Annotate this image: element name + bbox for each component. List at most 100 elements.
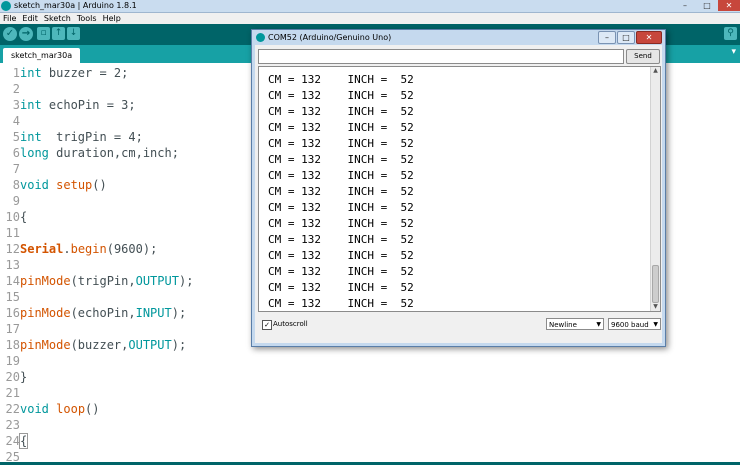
line-number: 10 (5, 210, 20, 224)
chevron-down-icon: ▼ (596, 321, 601, 328)
open-sketch-button[interactable]: ↑ (52, 27, 65, 40)
code-text: int echoPin = 3; (20, 98, 136, 112)
code-text: { (20, 210, 28, 224)
line-number: 6 (12, 146, 20, 160)
window-title: sketch_mar30a | Arduino 1.8.1 (14, 1, 137, 10)
code-line: 8void setup() (0, 177, 107, 193)
window-controls: – □ ✕ (674, 0, 740, 11)
line-number: 5 (12, 130, 20, 144)
baud-rate-select[interactable]: 9600 baud ▼ (608, 318, 661, 330)
line-number: 22 (5, 402, 20, 416)
line-number: 1 (12, 66, 20, 80)
serial-line: CM = 132 INCH = 52 (268, 265, 414, 278)
autoscroll-checkbox[interactable]: ✓ (262, 320, 272, 330)
code-line: 21 (0, 385, 20, 401)
code-line: 10{ (0, 209, 28, 225)
serial-output[interactable]: CM = 132 INCH = 52 CM = 132 INCH = 52 CM… (258, 66, 661, 312)
code-line: 2 (0, 81, 20, 97)
code-text: pinMode(trigPin,OUTPUT); (20, 274, 194, 288)
code-text: pinMode(buzzer,OUTPUT); (20, 338, 187, 352)
serial-line: CM = 132 INCH = 52 (268, 281, 414, 294)
tab-sketch[interactable]: sketch_mar30a (3, 48, 81, 63)
close-button[interactable]: ✕ (718, 0, 740, 11)
line-number: 16 (5, 306, 20, 320)
code-text: int trigPin = 4; (20, 130, 143, 144)
serial-line: CM = 132 INCH = 52 (268, 73, 414, 86)
serial-line: CM = 132 INCH = 52 (268, 105, 414, 118)
send-button[interactable]: Send (626, 49, 660, 64)
line-number: 9 (12, 194, 20, 208)
scroll-down-icon[interactable]: ▼ (651, 303, 660, 311)
serial-line: CM = 132 INCH = 52 (268, 89, 414, 102)
serial-body: Send CM = 132 INCH = 52 CM = 132 INCH = … (255, 45, 662, 343)
arduino-logo-icon (256, 33, 265, 42)
line-number: 20 (5, 370, 20, 384)
line-number: 19 (5, 354, 20, 368)
code-line: 4 (0, 113, 20, 129)
code-line: 15 (0, 289, 20, 305)
scroll-up-icon[interactable]: ▲ (651, 67, 660, 75)
serial-line: CM = 132 INCH = 52 (268, 249, 414, 262)
menu-tools[interactable]: Tools (74, 13, 100, 24)
code-text: pinMode(echoPin,INPUT); (20, 306, 187, 320)
code-line: 9 (0, 193, 20, 209)
serial-close-button[interactable]: ✕ (636, 31, 662, 44)
line-number: 18 (5, 338, 20, 352)
serial-line: CM = 132 INCH = 52 (268, 153, 414, 166)
menu-bar: File Edit Sketch Tools Help (0, 13, 740, 24)
line-number: 3 (12, 98, 20, 112)
line-number: 21 (5, 386, 20, 400)
serial-send-input[interactable] (258, 49, 624, 64)
code-line: 19 (0, 353, 20, 369)
code-text: long duration,cm,inch; (20, 146, 179, 160)
code-line: 20} (0, 369, 28, 385)
line-number: 13 (5, 258, 20, 272)
menu-help[interactable]: Help (100, 13, 124, 24)
line-number: 7 (12, 162, 20, 176)
code-line: 1int buzzer = 2; (0, 65, 129, 81)
menu-file[interactable]: File (0, 13, 19, 24)
autoscroll-label: Autoscroll (273, 320, 308, 328)
code-line: 22void loop() (0, 401, 100, 417)
menu-sketch[interactable]: Sketch (41, 13, 74, 24)
serial-line: CM = 132 INCH = 52 (268, 297, 414, 310)
code-text: Serial.begin(9600); (20, 242, 158, 256)
line-number: 17 (5, 322, 20, 336)
code-text: } (20, 370, 28, 384)
new-sketch-button[interactable]: ▫ (37, 27, 50, 40)
code-text: void loop() (20, 402, 100, 416)
verify-button[interactable]: ✓ (3, 27, 17, 41)
scrollbar-thumb[interactable] (652, 265, 659, 303)
line-number: 2 (12, 82, 20, 96)
menu-edit[interactable]: Edit (19, 13, 41, 24)
minimize-button[interactable]: – (674, 0, 696, 11)
serial-footer: ✓ Autoscroll Newline ▼ 9600 baud ▼ (258, 317, 661, 331)
code-line: 7 (0, 161, 20, 177)
code-line: 24{ (0, 433, 29, 449)
serial-monitor-button[interactable]: ⚲ (724, 27, 737, 40)
line-ending-select[interactable]: Newline ▼ (546, 318, 604, 330)
code-line: 12Serial.begin(9600); (0, 241, 158, 257)
line-number: 14 (5, 274, 20, 288)
line-ending-value: Newline (549, 321, 577, 329)
serial-window-controls: – □ ✕ (598, 31, 662, 44)
code-line: 6long duration,cm,inch; (0, 145, 179, 161)
serial-titlebar[interactable]: COM52 (Arduino/Genuino Uno) – □ ✕ (252, 30, 665, 45)
serial-line: CM = 132 INCH = 52 (268, 233, 414, 246)
line-number: 15 (5, 290, 20, 304)
tab-menu-button[interactable]: ▾ (731, 47, 736, 57)
code-line: 17 (0, 321, 20, 337)
baud-rate-value: 9600 baud (611, 321, 649, 329)
serial-maximize-button[interactable]: □ (617, 31, 635, 44)
code-text: int buzzer = 2; (20, 66, 129, 80)
serial-scrollbar[interactable]: ▲ ▼ (650, 67, 660, 311)
serial-minimize-button[interactable]: – (598, 31, 616, 44)
serial-title: COM52 (Arduino/Genuino Uno) (268, 33, 392, 42)
save-sketch-button[interactable]: ↓ (67, 27, 80, 40)
code-line: 18pinMode(buzzer,OUTPUT); (0, 337, 187, 353)
upload-button[interactable]: → (19, 27, 33, 41)
serial-line: CM = 132 INCH = 52 (268, 217, 414, 230)
maximize-button[interactable]: □ (696, 0, 718, 11)
code-line: 16pinMode(echoPin,INPUT); (0, 305, 187, 321)
serial-line: CM = 132 INCH = 52 (268, 185, 414, 198)
